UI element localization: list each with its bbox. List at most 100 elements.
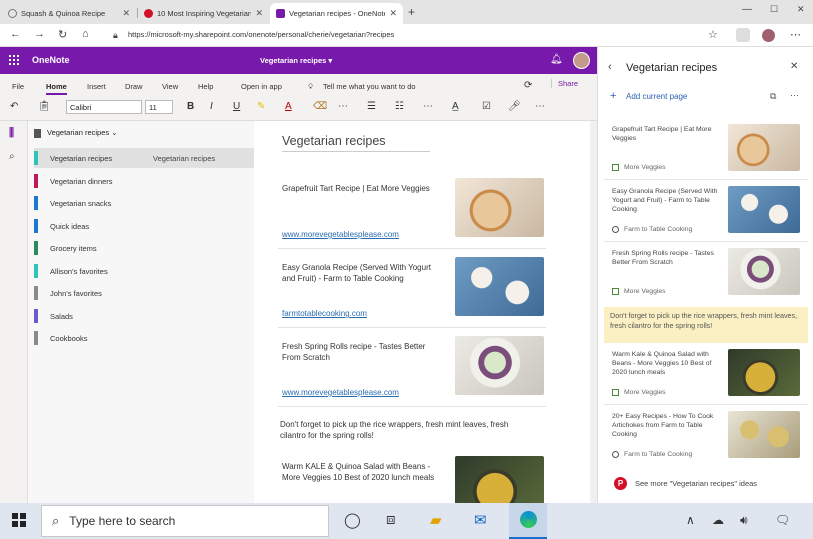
- notifications-icon[interactable]: 🔔︎: [550, 54, 563, 65]
- user-avatar[interactable]: [573, 52, 590, 69]
- mail-icon[interactable]: ✉: [474, 511, 487, 529]
- section-vegetarian-snacks[interactable]: Vegetarian snacks: [34, 193, 254, 213]
- show-hidden-icons[interactable]: ∧: [686, 513, 695, 527]
- new-tab-button[interactable]: +: [408, 5, 415, 19]
- tab-open-in-app[interactable]: Open in app: [241, 82, 282, 91]
- share-icon[interactable]: ⧉: [770, 91, 776, 102]
- scrollbar[interactable]: [590, 121, 597, 503]
- paste-icon[interactable]: 📋︎: [38, 101, 51, 112]
- more-commands-icon[interactable]: ⋯: [535, 101, 545, 112]
- refresh-icon[interactable]: ↻: [58, 28, 67, 41]
- recipe-card-grapefruit-tart[interactable]: Grapefruit Tart Recipe | Eat More Veggie…: [278, 178, 546, 243]
- forward-icon[interactable]: →: [34, 28, 45, 40]
- onedrive-icon[interactable]: ☁: [712, 513, 724, 527]
- page-title[interactable]: Vegetarian recipes: [282, 134, 386, 148]
- card-link[interactable]: www.morevegetablesplease.com: [282, 388, 399, 397]
- file-explorer-icon[interactable]: ▰: [430, 511, 442, 529]
- more-commands-icon[interactable]: ⋯: [338, 101, 348, 112]
- section-quick-ideas[interactable]: Quick ideas: [34, 216, 254, 236]
- collection-item-spring-rolls[interactable]: Fresh Spring Rolls recipe - Tastes Bette…: [604, 246, 808, 304]
- bullets-icon[interactable]: ☰: [367, 101, 376, 112]
- clear-format-icon[interactable]: ⌫: [313, 101, 327, 112]
- profile-avatar[interactable]: [762, 29, 775, 42]
- notebooks-icon[interactable]: ⫼: [9, 127, 14, 140]
- font-size-select[interactable]: 11: [145, 100, 173, 114]
- collection-note[interactable]: Don't forget to pick up the rice wrapper…: [604, 307, 808, 343]
- search-icon[interactable]: ⌕: [9, 151, 15, 162]
- recipe-card-kale-quinoa[interactable]: Warm KALE & Quinoa Salad with Beans - Mo…: [278, 456, 546, 503]
- cortana-icon[interactable]: ◯: [344, 511, 361, 529]
- tab-draw[interactable]: Draw: [125, 82, 143, 91]
- tab-view[interactable]: View: [162, 82, 178, 91]
- tab-help[interactable]: Help: [198, 82, 213, 91]
- volume-icon[interactable]: 🔊︎: [740, 513, 748, 528]
- notification-center-icon[interactable]: 🗨︎: [775, 513, 790, 527]
- collection-item-grapefruit[interactable]: Grapefruit Tart Recipe | Eat More Veggie…: [604, 122, 808, 180]
- italic-icon[interactable]: I: [210, 101, 213, 112]
- section-vegetarian-recipes[interactable]: Vegetarian recipes: [34, 148, 254, 168]
- underline-icon[interactable]: U: [233, 101, 240, 112]
- share-button[interactable]: Share: [551, 79, 578, 88]
- section-salads[interactable]: Salads: [34, 306, 254, 326]
- collection-item-granola[interactable]: Easy Granola Recipe (Served With Yogurt …: [604, 184, 808, 242]
- taskbar-search-box[interactable]: ⌕ Type here to search: [41, 505, 329, 537]
- recipe-card-granola[interactable]: Easy Granola Recipe (Served With Yogurt …: [278, 257, 546, 322]
- minimize-icon[interactable]: —: [742, 4, 752, 15]
- bold-icon[interactable]: B: [187, 101, 194, 112]
- more-commands-icon[interactable]: ⋯: [423, 101, 433, 112]
- collection-item-artichokes[interactable]: 20+ Easy Recipes - How To Cook Artichoke…: [604, 409, 808, 467]
- card-link[interactable]: farmtotablecooking.com: [282, 309, 367, 318]
- more-menu-icon[interactable]: ⋯: [790, 28, 801, 41]
- tag-icon[interactable]: ☑: [482, 101, 491, 112]
- windows-start-icon[interactable]: [12, 513, 26, 527]
- back-icon[interactable]: ←: [10, 28, 21, 40]
- page-icon: [8, 9, 17, 18]
- tab-onenote[interactable]: Vegetarian recipes - OneNote ✕: [270, 3, 403, 24]
- section-johns-favorites[interactable]: John's favorites: [34, 283, 254, 303]
- close-tab-icon[interactable]: ✕: [389, 8, 397, 19]
- notebook-dropdown[interactable]: Vegetarian recipes ⌄: [34, 128, 118, 138]
- styles-icon[interactable]: A̲: [452, 101, 459, 112]
- more-options-icon[interactable]: ⋯: [790, 90, 799, 101]
- task-view-icon[interactable]: ⧈: [386, 511, 396, 528]
- collection-item-kale-quinoa[interactable]: Warm Kale & Quinoa Salad with Beans - Mo…: [604, 347, 808, 405]
- home-icon[interactable]: ⌂: [82, 28, 89, 40]
- section-grocery-items[interactable]: Grocery items: [34, 238, 254, 258]
- page-note[interactable]: Don't forget to pick up the rice wrapper…: [280, 419, 530, 441]
- see-more-ideas[interactable]: P See more "Vegetarian recipes" ideas: [604, 471, 808, 495]
- section-vegetarian-dinners[interactable]: Vegetarian dinners: [34, 171, 254, 191]
- tell-me-box[interactable]: Tell me what you want to do: [323, 82, 416, 91]
- undo-icon[interactable]: ↶: [10, 101, 18, 112]
- recipe-card-spring-rolls[interactable]: Fresh Spring Rolls recipe - Tastes Bette…: [278, 336, 546, 401]
- add-current-page-button[interactable]: Add current page: [626, 92, 687, 101]
- section-cookbooks[interactable]: Cookbooks: [34, 328, 254, 348]
- edge-taskbar-button[interactable]: [509, 503, 547, 539]
- collections-icon[interactable]: [736, 28, 750, 42]
- dictate-icon[interactable]: 🎤︎: [508, 101, 521, 112]
- page-item-vegetarian-recipes[interactable]: Vegetarian recipes: [153, 154, 215, 163]
- sync-icon[interactable]: ⟳: [524, 80, 532, 91]
- card-link[interactable]: www.morevegetablesplease.com: [282, 230, 399, 239]
- tab-home[interactable]: Home: [46, 82, 67, 95]
- tab-vegetarian-inspiring[interactable]: 10 Most Inspiring Vegetarian Re ✕: [138, 3, 269, 24]
- app-brand[interactable]: OneNote: [32, 55, 70, 65]
- numbering-icon[interactable]: ☷: [395, 101, 404, 112]
- close-window-icon[interactable]: ✕: [797, 4, 805, 15]
- highlight-icon[interactable]: ✎: [257, 101, 265, 112]
- maximize-icon[interactable]: ☐: [770, 4, 778, 15]
- favorite-star-icon[interactable]: ☆: [708, 28, 718, 41]
- close-panel-icon[interactable]: ✕: [790, 61, 798, 72]
- notebook-title[interactable]: Vegetarian recipes ▾: [260, 56, 332, 65]
- tab-file[interactable]: File: [12, 82, 24, 91]
- app-launcher-icon[interactable]: [9, 55, 19, 65]
- tab-squash-quinoa[interactable]: Squash & Quinoa Recipe ✕: [2, 3, 136, 24]
- add-icon[interactable]: +: [610, 90, 616, 102]
- back-chevron-icon[interactable]: ‹: [608, 61, 612, 73]
- close-tab-icon[interactable]: ✕: [255, 8, 263, 19]
- url-field[interactable]: https://microsoft-my.sharepoint.com/onen…: [128, 30, 394, 39]
- close-tab-icon[interactable]: ✕: [122, 8, 130, 19]
- font-family-select[interactable]: Calibri: [66, 100, 142, 114]
- tab-insert[interactable]: Insert: [87, 82, 106, 91]
- font-color-icon[interactable]: A: [285, 101, 292, 112]
- section-allisons-favorites[interactable]: Allison's favorites: [34, 261, 254, 281]
